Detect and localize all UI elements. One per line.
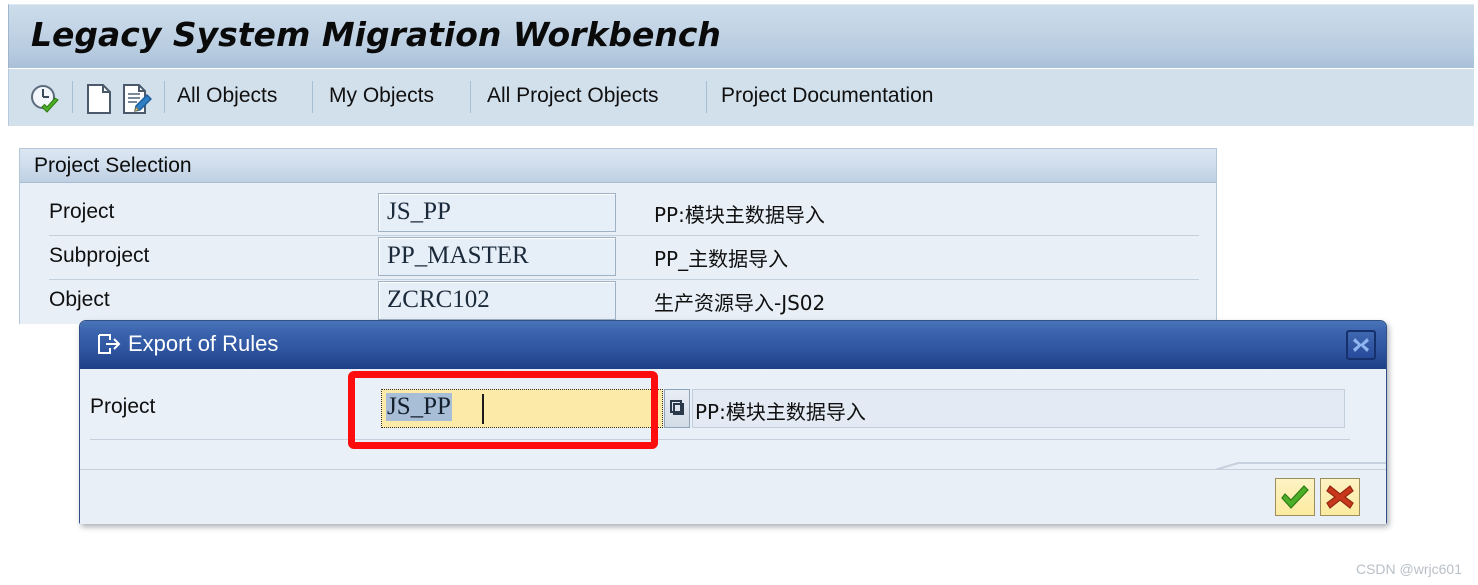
toolbar-divider-3 [312, 81, 313, 113]
check-icon [1281, 485, 1309, 509]
dialog-row-divider [90, 439, 1350, 440]
toolbar-divider-4 [470, 81, 471, 113]
subproject-input[interactable]: PP_MASTER [378, 237, 616, 276]
dialog-body: Project JS_PP PP:模块主数据导入 [80, 369, 1386, 469]
project-input-value: JS_PP [387, 198, 451, 225]
row-divider [49, 279, 1199, 280]
form-row-subproject: Subproject PP_MASTER PP_主数据导入 [20, 237, 1216, 281]
subproject-description: PP_主数据导入 [654, 247, 789, 271]
subproject-input-value: PP_MASTER [387, 242, 529, 269]
dialog-project-description-field: PP:模块主数据导入 [692, 389, 1345, 428]
cross-icon [1326, 485, 1354, 509]
object-label: Object [49, 288, 110, 311]
dialog-project-label: Project [90, 395, 156, 418]
menu-item-all-project-objects[interactable]: All Project Objects [487, 84, 659, 108]
menu-item-project-documentation[interactable]: Project Documentation [721, 84, 933, 108]
panel-header: Project Selection [20, 149, 1216, 183]
edit-document-icon[interactable] [121, 83, 153, 120]
project-input[interactable]: JS_PP [378, 193, 616, 232]
page-title: Legacy System Migration Workbench [31, 15, 721, 54]
panel-header-label: Project Selection [34, 154, 192, 177]
project-description: PP:模块主数据导入 [654, 203, 825, 227]
toolbar: All Objects My Objects All Project Objec… [8, 68, 1474, 126]
form-row-object: Object ZCRC102 生产资源导入-JS02 [20, 281, 1216, 324]
dialog-titlebar[interactable]: Export of Rules [80, 321, 1386, 369]
menu-item-all-objects[interactable]: All Objects [177, 84, 277, 108]
project-selection-panel: Project Selection Project JS_PP PP:模块主数据… [19, 148, 1217, 324]
object-description: 生产资源导入-JS02 [654, 291, 826, 315]
execute-clock-check-icon[interactable] [29, 83, 61, 120]
application-window: Legacy System Migration Workbench All Ob… [0, 0, 1478, 585]
text-caret [482, 394, 484, 424]
window-title-banner: Legacy System Migration Workbench [8, 4, 1474, 68]
object-input[interactable]: ZCRC102 [378, 281, 616, 320]
matchcode-search-icon[interactable] [664, 389, 690, 428]
new-document-icon[interactable] [85, 83, 113, 120]
cancel-button[interactable] [1320, 478, 1360, 516]
row-divider [49, 235, 1199, 236]
toolbar-divider-5 [706, 81, 707, 113]
toolbar-divider-2 [164, 81, 165, 113]
dialog-title: Export of Rules [128, 331, 279, 356]
dialog-project-input[interactable]: JS_PP [381, 389, 663, 428]
project-label: Project [49, 200, 115, 223]
toolbar-divider-1 [72, 81, 73, 113]
subproject-label: Subproject [49, 244, 150, 267]
close-icon[interactable] [1346, 330, 1376, 360]
export-icon [97, 333, 121, 355]
confirm-button[interactable] [1275, 478, 1315, 516]
object-input-value: ZCRC102 [387, 286, 490, 313]
dialog-project-input-value: JS_PP [386, 393, 452, 421]
watermark: CSDN @wrjc601 [1355, 561, 1462, 577]
dialog-footer [80, 469, 1386, 524]
form-row-project: Project JS_PP PP:模块主数据导入 [20, 193, 1216, 237]
dialog-project-description: PP:模块主数据导入 [695, 400, 866, 424]
export-of-rules-dialog: Export of Rules Project JS_PP PP:模块主数据导入 [79, 320, 1387, 524]
menu-item-my-objects[interactable]: My Objects [329, 84, 434, 108]
